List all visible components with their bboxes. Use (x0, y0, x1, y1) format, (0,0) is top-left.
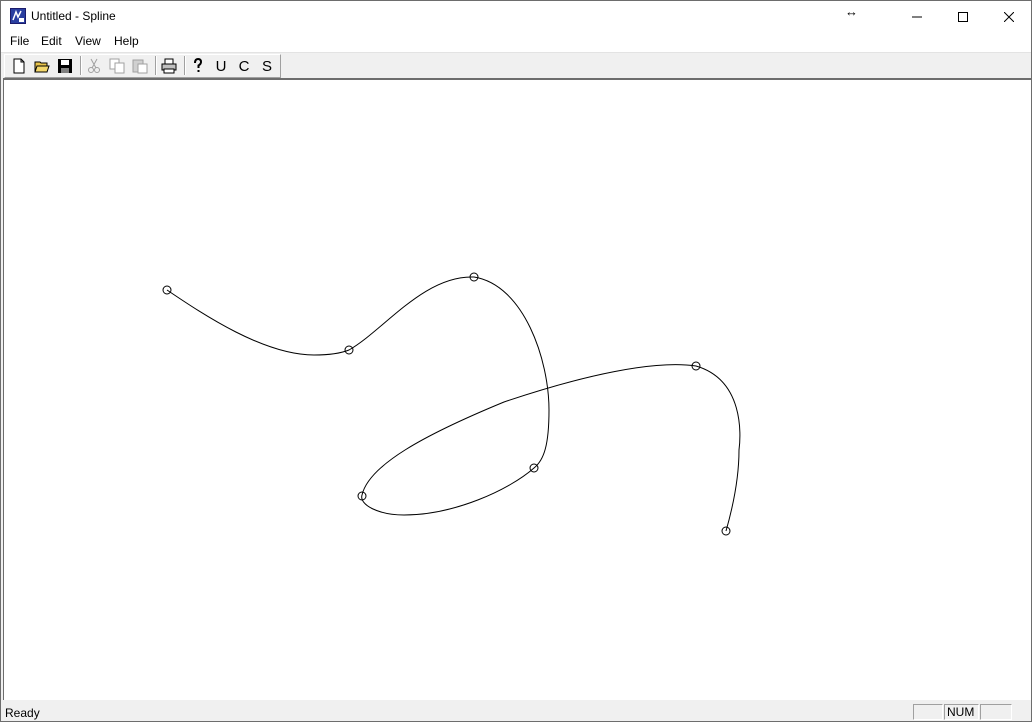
window-title: Untitled - Spline (31, 9, 116, 23)
paste-icon (132, 59, 148, 74)
status-pane-caps (913, 704, 943, 720)
spline-curve (166, 276, 741, 532)
open-folder-icon (34, 61, 50, 73)
copy-icon (109, 58, 125, 74)
title-bar[interactable]: Untitled - Spline ↔ (1, 1, 1031, 32)
print-icon (161, 58, 177, 74)
paste-button[interactable] (130, 56, 150, 76)
maximize-icon (958, 11, 968, 22)
toolbar: U C S (1, 52, 1031, 78)
spline-canvas[interactable] (4, 80, 1029, 700)
close-button[interactable] (986, 1, 1032, 32)
minimize-icon (912, 16, 922, 17)
menu-bar: File Edit View Help (1, 32, 1031, 52)
new-file-icon (13, 58, 25, 74)
status-pane-num: NUM (944, 704, 979, 720)
resize-cursor-icon: ↔ (845, 4, 858, 19)
c-tool-button[interactable]: C (234, 56, 254, 76)
maximize-button[interactable] (940, 1, 986, 32)
menu-edit[interactable]: Edit (40, 34, 63, 48)
status-pane-scroll (980, 704, 1012, 720)
toolbar-separator (80, 56, 82, 75)
new-button[interactable] (9, 56, 29, 76)
u-tool-button[interactable]: U (211, 56, 231, 76)
status-bar: Ready NUM (1, 702, 1031, 721)
copy-button[interactable] (107, 56, 127, 76)
close-icon (1004, 11, 1014, 22)
app-window: Untitled - Spline ↔ File Edit View Help (0, 0, 1032, 722)
save-icon (58, 59, 72, 73)
minimize-button[interactable] (894, 1, 940, 32)
cut-button[interactable] (84, 56, 104, 76)
help-button[interactable] (188, 56, 208, 76)
drawing-area[interactable] (3, 78, 1031, 700)
toolbar-separator (155, 56, 157, 75)
status-text: Ready (5, 706, 40, 720)
s-tool-button[interactable]: S (257, 56, 277, 76)
cut-icon (88, 58, 100, 73)
print-button[interactable] (159, 56, 179, 76)
save-button[interactable] (55, 56, 75, 76)
app-icon[interactable] (10, 8, 26, 24)
help-icon (194, 58, 203, 72)
menu-file[interactable]: File (9, 34, 30, 48)
menu-help[interactable]: Help (113, 34, 140, 48)
open-button[interactable] (32, 56, 52, 76)
toolbar-separator (184, 56, 186, 75)
menu-view[interactable]: View (74, 34, 102, 48)
